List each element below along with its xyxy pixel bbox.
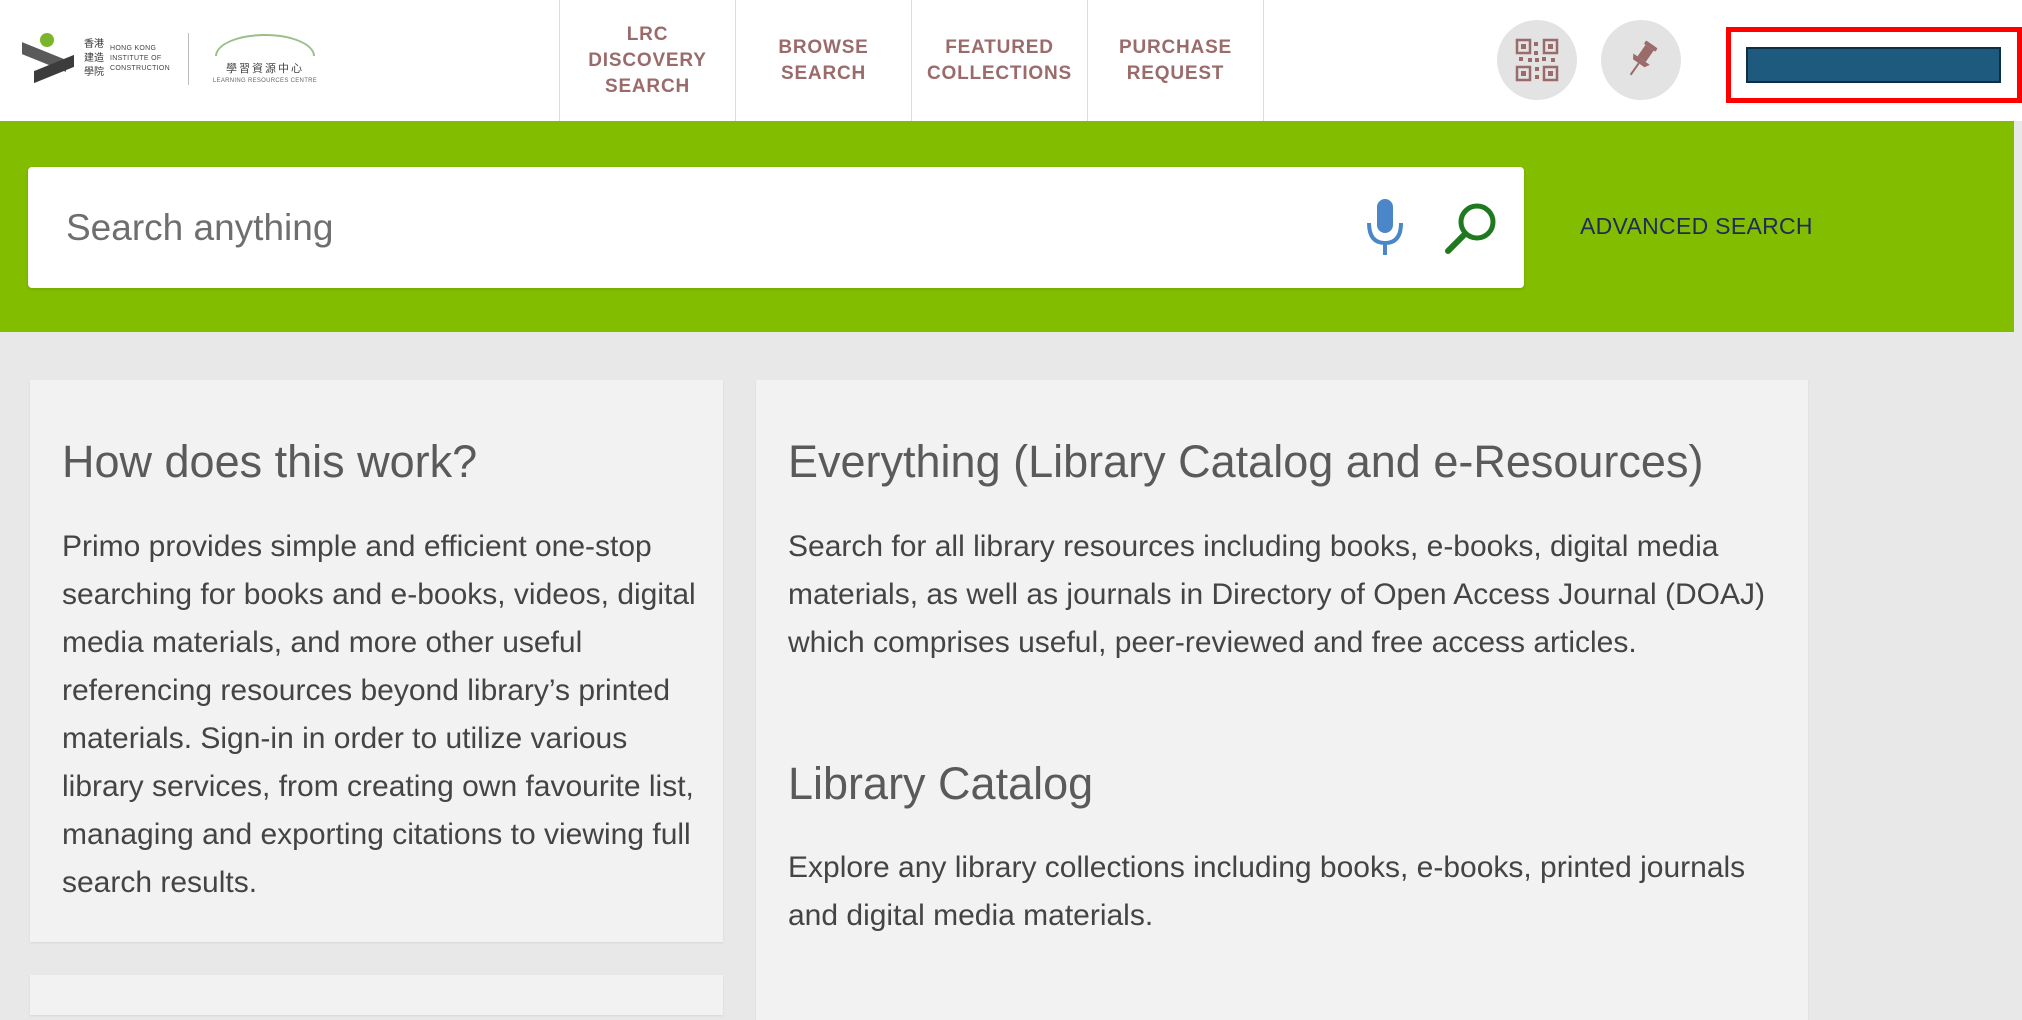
pin-icon [1629, 40, 1658, 76]
search-box [28, 167, 1524, 288]
nav-purchase-request[interactable]: PURCHASE REQUEST [1088, 0, 1264, 121]
advanced-search-link[interactable]: ADVANCED SEARCH [1580, 213, 1813, 240]
institute-name-cn: 香港 建造 學院 [84, 39, 104, 78]
search-band: ADVANCED SEARCH [0, 121, 2014, 332]
search-input[interactable] [66, 167, 1316, 288]
pin-button[interactable] [1601, 20, 1681, 100]
book-icon [215, 34, 315, 56]
nav-featured-collections[interactable]: FEATURED COLLECTIONS [912, 0, 1088, 121]
library-catalog-text: Explore any library collections includin… [788, 851, 1746, 932]
search-scopes-card: Everything (Library Catalog and e-Resour… [756, 380, 1808, 1020]
search-submit-button[interactable] [1443, 199, 1501, 257]
everything-scope-text: Search for all library resources includi… [788, 530, 1766, 659]
highlighted-signin-region [1726, 27, 2022, 103]
institute-name-en: HONG KONG INSTITUTE OF CONSTRUCTION [110, 45, 170, 72]
microphone-icon [1367, 199, 1403, 255]
lrc-name-cn: 學習資源中心 [226, 62, 304, 75]
how-it-works-text: Primo provides simple and efficient one-… [62, 530, 696, 899]
top-header: 香港 建造 學院 HONG KONG INSTITUTE OF CONSTRUC… [0, 0, 2022, 121]
nav-label: FEATURED COLLECTIONS [927, 36, 1072, 84]
qr-code-button[interactable] [1497, 20, 1577, 100]
sign-in-button[interactable] [1746, 47, 2001, 83]
secondary-card [30, 975, 723, 1015]
lrc-logo: 學習資源中心 LEARNING RESOURCES CENTRE [209, 34, 321, 84]
nav-label: PURCHASE REQUEST [1118, 36, 1233, 84]
nav-browse-search[interactable]: BROWSE SEARCH [736, 0, 912, 121]
nav-label: LRC DISCOVERY SEARCH [588, 23, 707, 97]
nav-label: BROWSE SEARCH [778, 36, 869, 84]
how-it-works-title: How does this work? [62, 436, 478, 487]
qr-code-icon [1515, 38, 1559, 82]
everything-scope-title: Everything (Library Catalog and e-Resour… [788, 436, 1704, 487]
lrc-name-en: LEARNING RESOURCES CENTRE [212, 78, 318, 84]
library-catalog-title: Library Catalog [788, 758, 1094, 809]
institution-logo[interactable]: 香港 建造 學院 HONG KONG INSTITUTE OF CONSTRUC… [18, 22, 328, 96]
main-nav: LRC DISCOVERY SEARCH BROWSE SEARCH FEATU… [559, 0, 1264, 121]
nav-lrc-discovery-search[interactable]: LRC DISCOVERY SEARCH [560, 0, 736, 121]
how-it-works-card: How does this work? Primo provides simpl… [30, 380, 723, 942]
search-icon [1445, 203, 1496, 254]
hkic-logo-mark [18, 31, 80, 87]
voice-search-button[interactable] [1358, 197, 1412, 259]
logo-divider [188, 33, 189, 85]
